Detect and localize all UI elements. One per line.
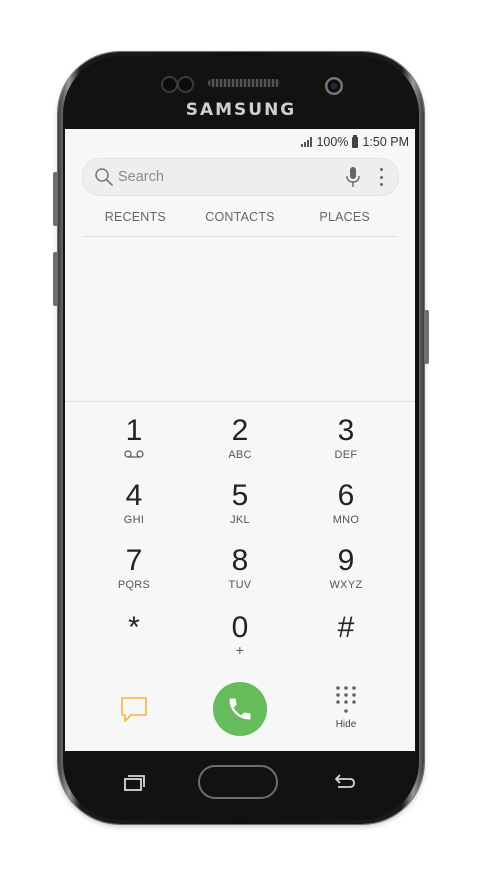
key-4[interactable]: 4 GHI bbox=[94, 479, 174, 533]
hide-keypad-button[interactable]: Hide bbox=[329, 685, 363, 730]
key-digit: 4 bbox=[125, 479, 143, 512]
key-letters: ABC bbox=[228, 449, 252, 461]
signal-icon bbox=[301, 137, 313, 147]
status-bar: 100% 1:50 PM bbox=[301, 134, 409, 150]
hide-label: Hide bbox=[335, 719, 357, 730]
key-letters: TUV bbox=[228, 579, 252, 591]
key-letters: GHI bbox=[123, 514, 145, 526]
proximity-sensor bbox=[161, 76, 178, 93]
key-digit: 8 bbox=[231, 544, 249, 577]
key-3[interactable]: 3 DEF bbox=[306, 414, 386, 468]
phone-screen: 100% 1:50 PM Search RECENTS CONTACTS PLA… bbox=[65, 129, 415, 751]
key-digit: 0 bbox=[231, 611, 249, 644]
tab-bar: RECENTS CONTACTS PLACES bbox=[83, 210, 397, 237]
key-8[interactable]: 8 TUV bbox=[200, 544, 280, 598]
key-1[interactable]: 1 bbox=[94, 414, 174, 468]
key-0[interactable]: 0 + bbox=[200, 611, 280, 665]
battery-percent: 100% bbox=[316, 135, 349, 149]
front-camera bbox=[325, 77, 343, 95]
key-digit: 7 bbox=[125, 544, 143, 577]
search-bar[interactable]: Search bbox=[82, 158, 399, 196]
message-icon[interactable] bbox=[119, 695, 149, 725]
back-icon[interactable] bbox=[333, 772, 357, 792]
more-options-icon[interactable] bbox=[378, 168, 384, 186]
key-digit: 1 bbox=[125, 414, 143, 447]
battery-icon bbox=[352, 134, 359, 148]
key-letters: MNO bbox=[332, 514, 360, 526]
key-digit: 9 bbox=[337, 544, 355, 577]
key-digit: 6 bbox=[337, 479, 355, 512]
key-star[interactable]: * bbox=[94, 611, 174, 665]
key-letters: JKL bbox=[230, 514, 250, 526]
key-letters: WXYZ bbox=[329, 579, 363, 591]
status-time: 1:50 PM bbox=[362, 135, 409, 149]
search-input[interactable]: Search bbox=[118, 169, 344, 185]
dialpad-dots-icon bbox=[336, 686, 356, 713]
recent-apps-icon[interactable] bbox=[122, 774, 146, 792]
tab-contacts[interactable]: CONTACTS bbox=[188, 210, 293, 236]
voicemail-icon bbox=[124, 450, 144, 458]
volume-up-button[interactable] bbox=[53, 172, 58, 226]
earpiece-speaker bbox=[208, 79, 280, 87]
key-6[interactable]: 6 MNO bbox=[306, 479, 386, 533]
call-button[interactable] bbox=[213, 682, 267, 736]
key-letters: DEF bbox=[334, 449, 358, 461]
phone-icon bbox=[229, 698, 251, 720]
tab-places[interactable]: PLACES bbox=[292, 210, 397, 236]
home-button[interactable] bbox=[198, 765, 278, 799]
key-digit: 3 bbox=[337, 414, 355, 447]
key-9[interactable]: 9 WXYZ bbox=[306, 544, 386, 598]
dialer-divider bbox=[65, 401, 415, 402]
volume-down-button[interactable] bbox=[53, 252, 58, 306]
key-hash[interactable]: # bbox=[306, 611, 386, 665]
key-7[interactable]: 7 PQRS bbox=[94, 544, 174, 598]
key-letters: + bbox=[235, 642, 245, 658]
search-icon bbox=[95, 168, 113, 186]
key-digit: 2 bbox=[231, 414, 249, 447]
key-digit: * bbox=[128, 611, 140, 644]
power-button[interactable] bbox=[424, 310, 429, 364]
mic-icon[interactable] bbox=[344, 166, 362, 188]
key-letters: PQRS bbox=[117, 579, 151, 591]
key-2[interactable]: 2 ABC bbox=[200, 414, 280, 468]
key-5[interactable]: 5 JKL bbox=[200, 479, 280, 533]
key-digit: 5 bbox=[231, 479, 249, 512]
key-digit: # bbox=[337, 611, 355, 644]
brand-logo: SAMSUNG bbox=[185, 100, 297, 120]
light-sensor bbox=[177, 76, 194, 93]
tab-recents[interactable]: RECENTS bbox=[83, 210, 188, 236]
